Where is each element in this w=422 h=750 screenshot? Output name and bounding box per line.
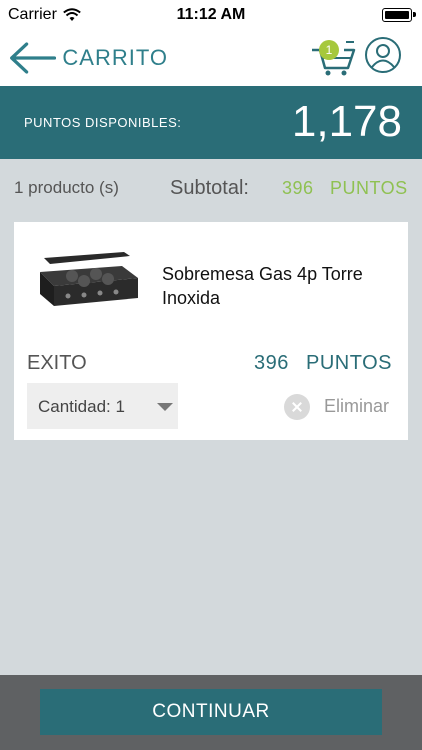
subtotal-label: Subtotal: bbox=[170, 177, 249, 199]
cart-count-badge: 1 bbox=[319, 40, 339, 60]
product-price-unit: PUNTOS bbox=[306, 352, 392, 374]
page-title: CARRITO bbox=[62, 45, 168, 70]
user-profile-button[interactable] bbox=[364, 36, 402, 74]
product-image bbox=[40, 252, 138, 306]
arrow-left-icon bbox=[10, 42, 57, 74]
product-card: Sobremesa Gas 4p Torre Inoxida EXITO 396… bbox=[14, 222, 408, 440]
battery-icon bbox=[382, 8, 416, 22]
product-store: EXITO bbox=[27, 352, 87, 374]
status-time: 11:12 AM bbox=[176, 6, 246, 23]
cart-summary: 1 producto (s) Subtotal: 396 PUNTOS bbox=[0, 160, 422, 218]
cart-button[interactable]: 1 bbox=[310, 38, 356, 78]
status-bar: Carrier 11:12 AM bbox=[0, 0, 422, 30]
product-count: 1 producto (s) bbox=[14, 178, 119, 197]
continue-button[interactable]: CONTINUAR bbox=[40, 689, 382, 735]
points-label: PUNTOS DISPONIBLES: bbox=[24, 115, 182, 130]
subtotal-unit: PUNTOS bbox=[330, 178, 408, 198]
back-button[interactable]: CARRITO bbox=[8, 36, 168, 80]
quantity-dropdown[interactable]: Cantidad: 1 bbox=[27, 383, 178, 429]
subtotal-value: 396 bbox=[282, 178, 314, 198]
chevron-down-icon bbox=[157, 403, 173, 411]
user-icon bbox=[365, 37, 401, 73]
header: CARRITO 1 bbox=[0, 30, 422, 86]
product-name[interactable]: Sobremesa Gas 4p Torre Inoxida bbox=[162, 262, 402, 310]
quantity-label: Cantidad: 1 bbox=[38, 397, 125, 416]
footer: CONTINUAR bbox=[0, 675, 422, 750]
remove-button[interactable]: Eliminar bbox=[284, 394, 396, 420]
points-value: 1,178 bbox=[291, 97, 402, 146]
close-icon bbox=[284, 394, 310, 420]
product-price: 396 bbox=[254, 352, 289, 374]
points-banner: PUNTOS DISPONIBLES: 1,178 bbox=[0, 86, 422, 159]
remove-label: Eliminar bbox=[324, 396, 390, 416]
